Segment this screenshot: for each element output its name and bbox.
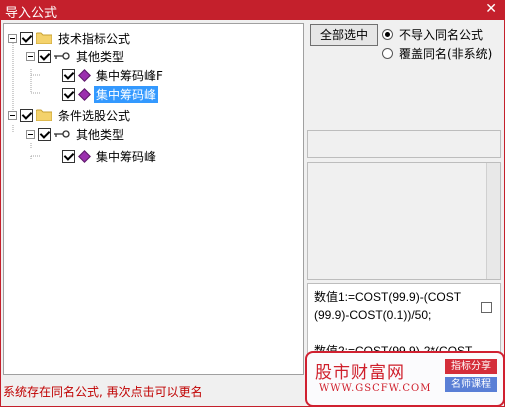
site-watermark: 股市财富网 WWW.GSCFW.COM 指标分享 名师课程 xyxy=(305,351,505,407)
radio-label: 覆盖同名(非系统) xyxy=(399,47,493,61)
collapse-icon[interactable] xyxy=(8,110,17,120)
collapse-icon[interactable] xyxy=(26,129,35,139)
close-icon[interactable]: ✕ xyxy=(485,1,497,17)
status-message: 系统存在同名公式, 再次点击可以更名 xyxy=(3,385,203,399)
radio-overwrite[interactable]: 覆盖同名(非系统) xyxy=(382,45,492,62)
collapse-icon[interactable] xyxy=(26,51,35,61)
category-checkbox[interactable] xyxy=(38,49,51,63)
item-checkbox[interactable] xyxy=(62,68,75,82)
radio-label: 不导入同名公式 xyxy=(399,28,484,42)
category-label: 其他类型 xyxy=(76,49,125,64)
formula-diamond-icon xyxy=(78,87,91,101)
tree-item-formula-selected[interactable]: 集中筹码峰 xyxy=(62,85,159,103)
formula-description-box[interactable] xyxy=(307,162,501,280)
radio-button[interactable] xyxy=(382,48,393,59)
tree-category-other[interactable]: 其他类型 xyxy=(26,125,126,143)
radio-button[interactable] xyxy=(382,29,393,40)
import-formula-dialog: 技术指标公式 其他类型 集中筹码峰F 集中筹码峰 条件选股公式 其他类型 集中筹… xyxy=(0,20,505,407)
item-label: 集中筹码峰F xyxy=(96,68,163,83)
watermark-title: 股市财富网 xyxy=(315,363,405,383)
options-pane: 全部选中 不导入同名公式 覆盖同名(非系统) 数值1:=COST(99.9)-(… xyxy=(307,20,505,380)
group-checkbox[interactable] xyxy=(20,31,33,45)
radio-no-import[interactable]: 不导入同名公式 xyxy=(382,26,483,43)
watermark-url: WWW.GSCFW.COM xyxy=(319,383,432,394)
tree-item-formula[interactable]: 集中筹码峰 xyxy=(62,147,158,165)
watermark-tag-course: 名师课程 xyxy=(445,377,497,392)
tree-group-stock-screening[interactable]: 条件选股公式 xyxy=(8,106,132,124)
formula-tree[interactable]: 技术指标公式 其他类型 集中筹码峰F 集中筹码峰 条件选股公式 其他类型 集中筹… xyxy=(3,23,304,375)
tree-item-formula[interactable]: 集中筹码峰F xyxy=(62,66,165,84)
key-icon xyxy=(54,52,70,60)
formula-diamond-icon xyxy=(78,68,91,82)
group-checkbox[interactable] xyxy=(20,108,33,122)
watermark-tag-share: 指标分享 xyxy=(445,359,497,374)
key-icon xyxy=(54,130,70,138)
group-label: 条件选股公式 xyxy=(58,108,131,123)
collapse-icon[interactable] xyxy=(8,33,17,43)
formula-source-text: 数值1:=COST(99.9)-(COST (99.9)-COST(0.1))/… xyxy=(314,290,472,358)
formula-checkbox[interactable] xyxy=(481,302,492,313)
scrollbar[interactable] xyxy=(486,163,500,279)
category-label: 其他类型 xyxy=(76,127,125,142)
formula-info-box xyxy=(307,130,501,158)
tree-category-other[interactable]: 其他类型 xyxy=(26,47,126,65)
item-checkbox[interactable] xyxy=(62,149,75,163)
title-bar: 导入公式 ✕ xyxy=(0,0,505,21)
window-title: 导入公式 xyxy=(5,6,58,21)
item-checkbox[interactable] xyxy=(62,87,75,101)
folder-icon xyxy=(36,109,52,121)
group-label: 技术指标公式 xyxy=(58,31,131,46)
item-label: 集中筹码峰 xyxy=(94,85,159,103)
category-checkbox[interactable] xyxy=(38,127,51,141)
folder-icon xyxy=(36,32,52,44)
select-all-button[interactable]: 全部选中 xyxy=(310,24,378,46)
item-label: 集中筹码峰 xyxy=(96,149,157,164)
formula-diamond-icon xyxy=(78,149,91,163)
tree-group-technical-indicators[interactable]: 技术指标公式 xyxy=(8,29,132,47)
